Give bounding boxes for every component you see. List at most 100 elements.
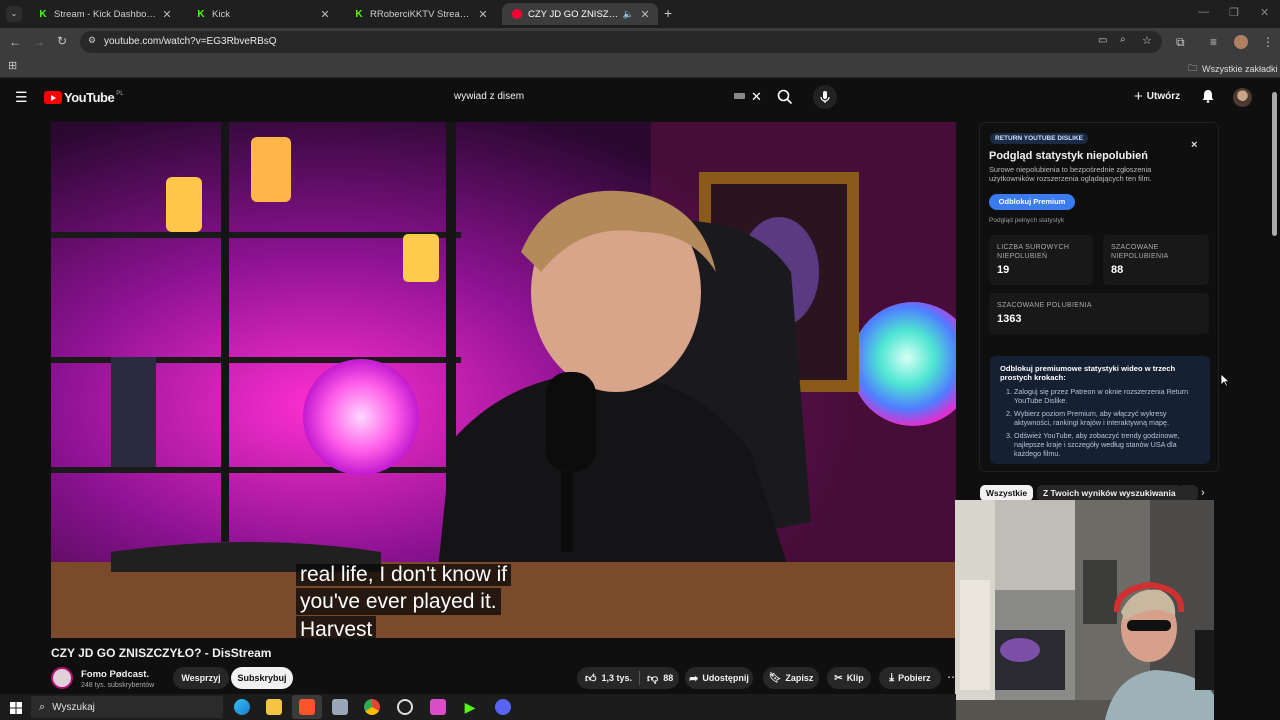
all-bookmarks-folder[interactable]: 🗀 Wszystkie zakładki [1188,61,1278,77]
file-explorer-icon[interactable] [266,699,282,715]
promo-steps: Zaloguj się przez Patreon w oknie rozsze… [1014,387,1200,458]
bookmark-star-icon[interactable]: ☆ [1142,34,1152,47]
download-icon: ⤓ [889,671,895,684]
ryd-close-button[interactable]: × [1191,139,1197,151]
chevron-right-icon[interactable]: › [1201,487,1205,499]
subtitle-line-3: Harvest [296,616,377,638]
download-button[interactable]: ⤓ Pobierz [879,667,941,689]
windows-start-icon[interactable] [10,701,22,714]
support-button[interactable]: Wesprzyj [173,667,229,689]
chip-from-search[interactable]: Z Twoich wyników wyszukiwania [1037,485,1182,501]
stat-raw-dislikes: LICZBA SUROWYCH NIEPOLUBIEŃ 19 [989,235,1093,285]
minimize-icon[interactable]: — [1198,6,1209,18]
stat-value: 19 [997,264,1010,276]
tab-label: Stream - Kick Dashboard [54,8,160,20]
unlock-premium-button[interactable]: Odblokuj Premium [989,194,1075,210]
keyboard-icon[interactable] [734,93,745,99]
webcam-frame [955,500,1214,720]
notifications-bell-icon[interactable] [1200,88,1216,109]
app-icon[interactable] [430,699,446,715]
account-avatar[interactable] [1233,88,1252,107]
subscriber-count: 248 tys. subskrybentów [81,682,155,689]
edge-icon[interactable] [234,699,250,715]
plus-icon: + [1134,88,1143,105]
stat-label: SZACOWANE POLUBIENIA [997,302,1092,309]
forward-icon[interactable]: → [33,35,45,49]
bookmark-icon: 🔖︎ [768,672,782,684]
dislike-button[interactable]: 👎︎ 88 [647,672,673,685]
discord-icon[interactable] [495,699,511,715]
close-icon[interactable]: ✕ [318,8,332,21]
search-input[interactable]: wywiad z disem [454,91,524,102]
browser-tab-kick-dashboard[interactable]: K Stream - Kick Dashboard ✕ [28,3,180,25]
share-label: Udostępnij [702,673,749,683]
taskbar-search-label: Wyszukaj [52,701,95,713]
reload-icon[interactable]: ↻ [57,34,67,48]
youtube-icon [512,9,522,19]
mouse-cursor [1220,373,1231,392]
app-icon[interactable] [397,699,413,715]
browser-toolbar: ← → ↻ ⚙ youtube.com/watch?v=EG3RbveRBsQ … [0,28,1280,56]
speaker-icon[interactable]: 🔈 [623,9,634,20]
close-icon[interactable]: ✕ [476,8,490,21]
stat-label: LICZBA SUROWYCH NIEPOLUBIEŃ [997,244,1070,260]
share-button[interactable]: ➦ Udostępnij [685,667,753,689]
youtube-logo[interactable]: YouTube PL [44,90,124,105]
apps-grid-icon[interactable]: ⊞ [8,59,17,72]
video-player[interactable]: real life, I don't know if you've ever p… [51,122,956,638]
bookmarks-bar: ⊞ 🗀 Wszystkie zakładki [0,56,1280,78]
browser-tab-youtube-active[interactable]: CZY JD GO ZNISZCZYŁO? - 🔈 ✕ [502,3,658,25]
save-button[interactable]: 🔖︎ Zapisz [763,667,819,689]
back-icon[interactable]: ← [9,35,21,49]
channel-name[interactable]: Fomo Pødcast. [81,669,149,680]
create-button[interactable]: + Utwórz [1134,88,1180,105]
search-icon [777,89,793,105]
new-tab-button[interactable]: + [664,5,672,21]
tab-search-icon[interactable]: ⌄ [6,6,22,22]
stat-label: SZACOWANE NIEPOLUBIENIA [1111,244,1169,260]
taskbar-search[interactable]: ⌕ Wyszukaj [31,696,223,718]
browser-tab-kick-stream[interactable]: K RRoberciKKTV Stream - Watch ✕ [344,3,496,25]
app-icon[interactable] [332,699,348,715]
like-button[interactable]: 👍︎ 1,3 tys. [585,672,632,685]
search-button[interactable] [776,88,794,106]
brave-icon[interactable] [299,699,315,715]
clip-label: Klip [846,673,864,683]
cast-icon[interactable]: ▭ [1098,35,1107,46]
close-icon[interactable]: ✕ [160,8,174,21]
promo-step: Zaloguj się przez Patreon w oknie rozsze… [1014,387,1200,405]
chip-next[interactable] [1178,485,1198,501]
hamburger-menu-icon[interactable]: ☰ [15,89,28,106]
menu-kebab-icon[interactable]: ⋮ [1262,35,1274,49]
zoom-icon[interactable]: ⌕ [1120,34,1126,45]
ryd-premium-promo: Odblokuj premiumowe statystyki wideo w t… [990,356,1210,464]
profile-avatar[interactable] [1234,35,1248,49]
subscribe-button[interactable]: Subskrybuj [231,667,293,689]
clip-button[interactable]: ✂ Klip [827,667,871,689]
chip-all[interactable]: Wszystkie [980,485,1034,501]
media-controls-icon[interactable]: ≡ [1210,35,1217,49]
kick-icon: K [39,8,47,20]
share-icon: ➦ [689,672,699,685]
chrome-icon[interactable] [364,699,380,715]
page-scrollbar[interactable] [1272,92,1277,236]
windows-taskbar: ⌕ Wyszukaj ▶ [0,694,956,720]
clear-search-icon[interactable]: ✕ [751,89,762,105]
search-icon: ⌕ [39,700,46,713]
stat-estimated-dislikes: SZACOWANE NIEPOLUBIENIA 88 [1103,235,1209,285]
site-info-icon[interactable]: ⚙ [88,35,96,46]
ryd-badge: RETURN YOUTUBE DISLIKE [990,133,1088,144]
scissors-icon: ✂ [834,672,843,684]
kick-studio-icon[interactable]: ▶ [462,699,478,715]
address-bar[interactable]: ⚙ youtube.com/watch?v=EG3RbveRBsQ ▭ ⌕ ☆ [80,31,1162,53]
voice-search-button[interactable] [813,85,837,109]
logo-text: YouTube [64,90,115,105]
video-frame [51,122,956,638]
window-close-icon[interactable]: ✕ [1260,6,1269,19]
close-icon[interactable]: ✕ [638,8,652,21]
divider [639,671,641,685]
extensions-icon[interactable]: ⧉ [1176,35,1185,50]
channel-avatar[interactable] [51,667,73,689]
browser-tab-kick[interactable]: K Kick ✕ [186,3,338,25]
restore-icon[interactable]: ❐ [1229,6,1239,19]
